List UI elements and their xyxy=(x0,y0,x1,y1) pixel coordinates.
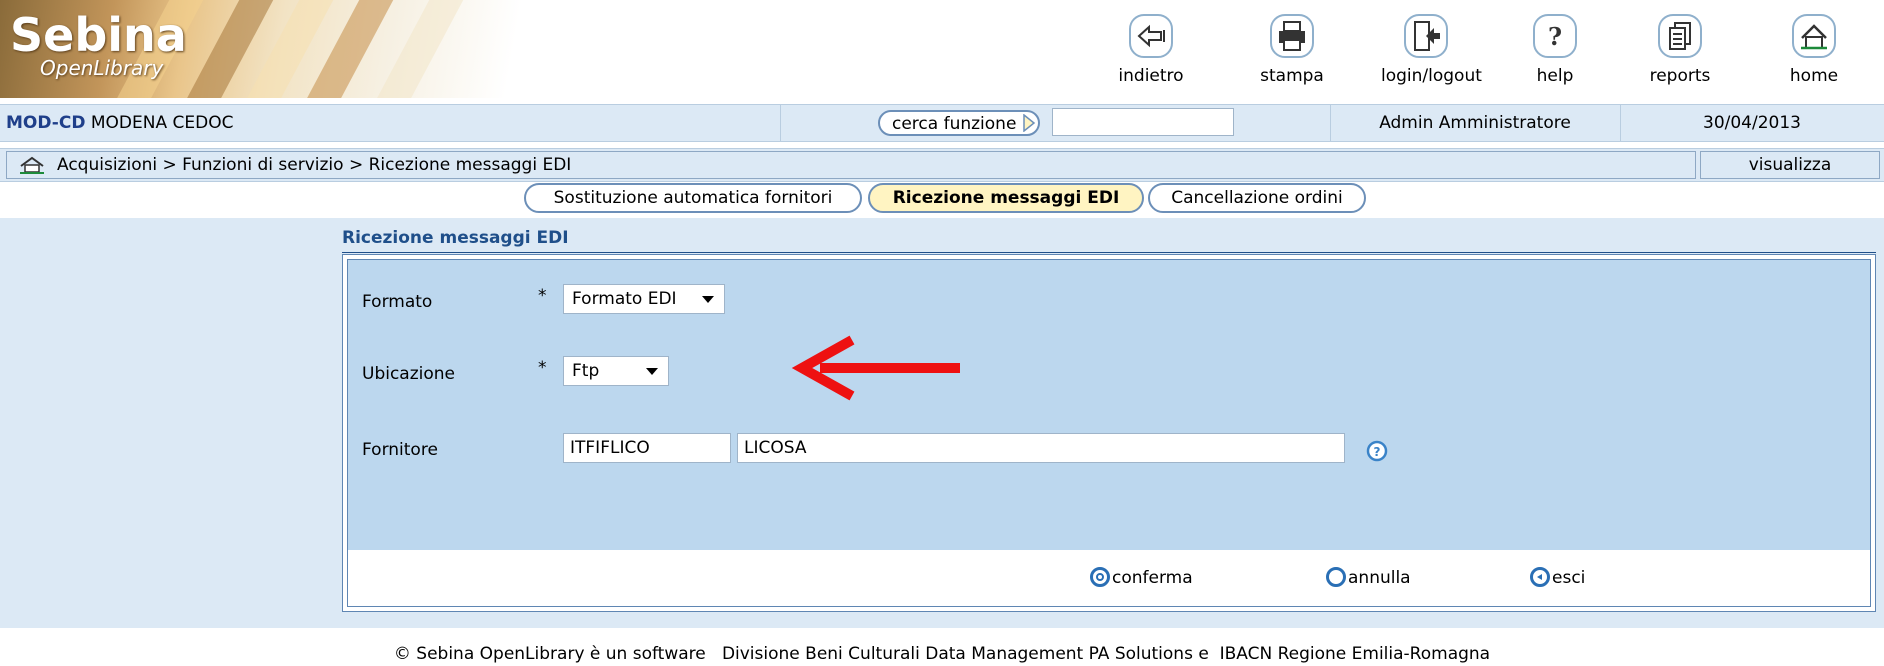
help-icon[interactable]: ? xyxy=(1366,440,1388,462)
ubicazione-value: Ftp xyxy=(572,361,600,381)
logo-title: Sebina xyxy=(10,8,187,62)
toolbar-reports-button[interactable]: reports xyxy=(1635,14,1725,86)
main-content: Ricezione messaggi EDI Formato * Formato… xyxy=(0,218,1884,628)
search-function-label: cerca funzione xyxy=(892,114,1017,134)
formato-label: Formato xyxy=(362,292,433,312)
toolbar-reports-label: reports xyxy=(1649,66,1711,86)
search-function-input[interactable] xyxy=(1052,108,1234,136)
toolbar-back-label: indietro xyxy=(1118,66,1184,86)
svg-text:?: ? xyxy=(1374,445,1381,459)
reports-icon xyxy=(1658,14,1702,58)
confirm-icon xyxy=(1090,567,1110,587)
home-icon[interactable] xyxy=(19,156,45,174)
copyright-footer: © Sebina OpenLibrary è un software Divis… xyxy=(393,644,1491,664)
current-date: 30/04/2013 xyxy=(1703,113,1801,133)
fornitore-name-input[interactable]: LICOSA xyxy=(737,433,1345,463)
breadcrumb: Acquisizioni > Funzioni di servizio > Ri… xyxy=(6,151,1696,179)
exit-icon xyxy=(1530,567,1550,587)
toolbar-print-label: stampa xyxy=(1260,66,1324,86)
chevron-down-icon xyxy=(646,368,658,375)
form-panel: Formato * Formato EDI Ubicazione * Ftp F… xyxy=(342,254,1876,612)
ubicazione-required-mark: * xyxy=(538,358,547,378)
breadcrumb-bar: Acquisizioni > Funzioni di servizio > Ri… xyxy=(0,148,1884,182)
library-name: MODENA CEDOC xyxy=(90,113,234,133)
formato-required-mark: * xyxy=(538,286,547,306)
toolbar-help-button[interactable]: ? help xyxy=(1510,14,1600,86)
header: Sebina OpenLibrary indietro stampa login… xyxy=(0,0,1884,100)
toolbar-home-label: home xyxy=(1789,66,1839,86)
exit-button[interactable]: esci xyxy=(1530,566,1585,590)
ubicazione-label: Ubicazione xyxy=(362,364,456,384)
library-info: MOD-CD MODENA CEDOC xyxy=(6,105,233,141)
logout-icon xyxy=(1404,14,1448,58)
breadcrumb-text: Acquisizioni > Funzioni di servizio > Ri… xyxy=(57,155,572,175)
visualizza-button[interactable]: visualizza xyxy=(1700,151,1880,179)
formato-value: Formato EDI xyxy=(572,289,677,309)
search-function-button[interactable]: cerca funzione xyxy=(878,110,1041,136)
fornitore-code-input[interactable]: ITFIFLICO xyxy=(563,433,731,463)
library-code: MOD-CD xyxy=(6,113,86,133)
form-body: Formato * Formato EDI Ubicazione * Ftp F… xyxy=(347,259,1871,607)
play-icon xyxy=(1023,114,1036,132)
user-name: Admin Amministratore xyxy=(1379,113,1571,133)
toolbar-logout-button[interactable]: login/logout xyxy=(1381,14,1482,86)
fornitore-label: Fornitore xyxy=(362,440,438,460)
session-bar: MOD-CD MODENA CEDOC cerca funzione Admin… xyxy=(0,104,1884,142)
logo-subtitle: OpenLibrary xyxy=(40,56,164,80)
help-icon: ? xyxy=(1533,14,1577,58)
svg-text:?: ? xyxy=(1548,22,1562,51)
sebina-logo: Sebina OpenLibrary xyxy=(0,0,620,98)
exit-label: esci xyxy=(1552,568,1586,588)
toolbar-help-label: help xyxy=(1536,66,1574,86)
toolbar-home-button[interactable]: home xyxy=(1769,14,1859,86)
chevron-down-icon xyxy=(702,296,714,303)
print-icon xyxy=(1270,14,1314,58)
back-icon xyxy=(1129,14,1173,58)
tab-sostituzione-fornitori[interactable]: Sostituzione automatica fornitori xyxy=(524,183,862,213)
cancel-label: annulla xyxy=(1348,568,1411,588)
red-arrow-annotation xyxy=(791,335,960,401)
tab-ricezione-messaggi-edi[interactable]: Ricezione messaggi EDI xyxy=(868,183,1144,213)
cancel-icon xyxy=(1326,567,1346,587)
tab-cancellazione-ordini[interactable]: Cancellazione ordini xyxy=(1148,183,1366,213)
ubicazione-select[interactable]: Ftp xyxy=(563,356,669,386)
toolbar-back-button[interactable]: indietro xyxy=(1106,14,1196,86)
form-actions: conferma annulla esci xyxy=(348,550,1870,606)
home-icon xyxy=(1792,14,1836,58)
confirm-button[interactable]: conferma xyxy=(1090,566,1193,590)
confirm-label: conferma xyxy=(1112,568,1193,588)
form-title: Ricezione messaggi EDI xyxy=(342,228,569,248)
cancel-button[interactable]: annulla xyxy=(1326,566,1411,590)
toolbar-print-button[interactable]: stampa xyxy=(1247,14,1337,86)
formato-select[interactable]: Formato EDI xyxy=(563,284,725,314)
toolbar-logout-label: login/logout xyxy=(1381,66,1482,86)
